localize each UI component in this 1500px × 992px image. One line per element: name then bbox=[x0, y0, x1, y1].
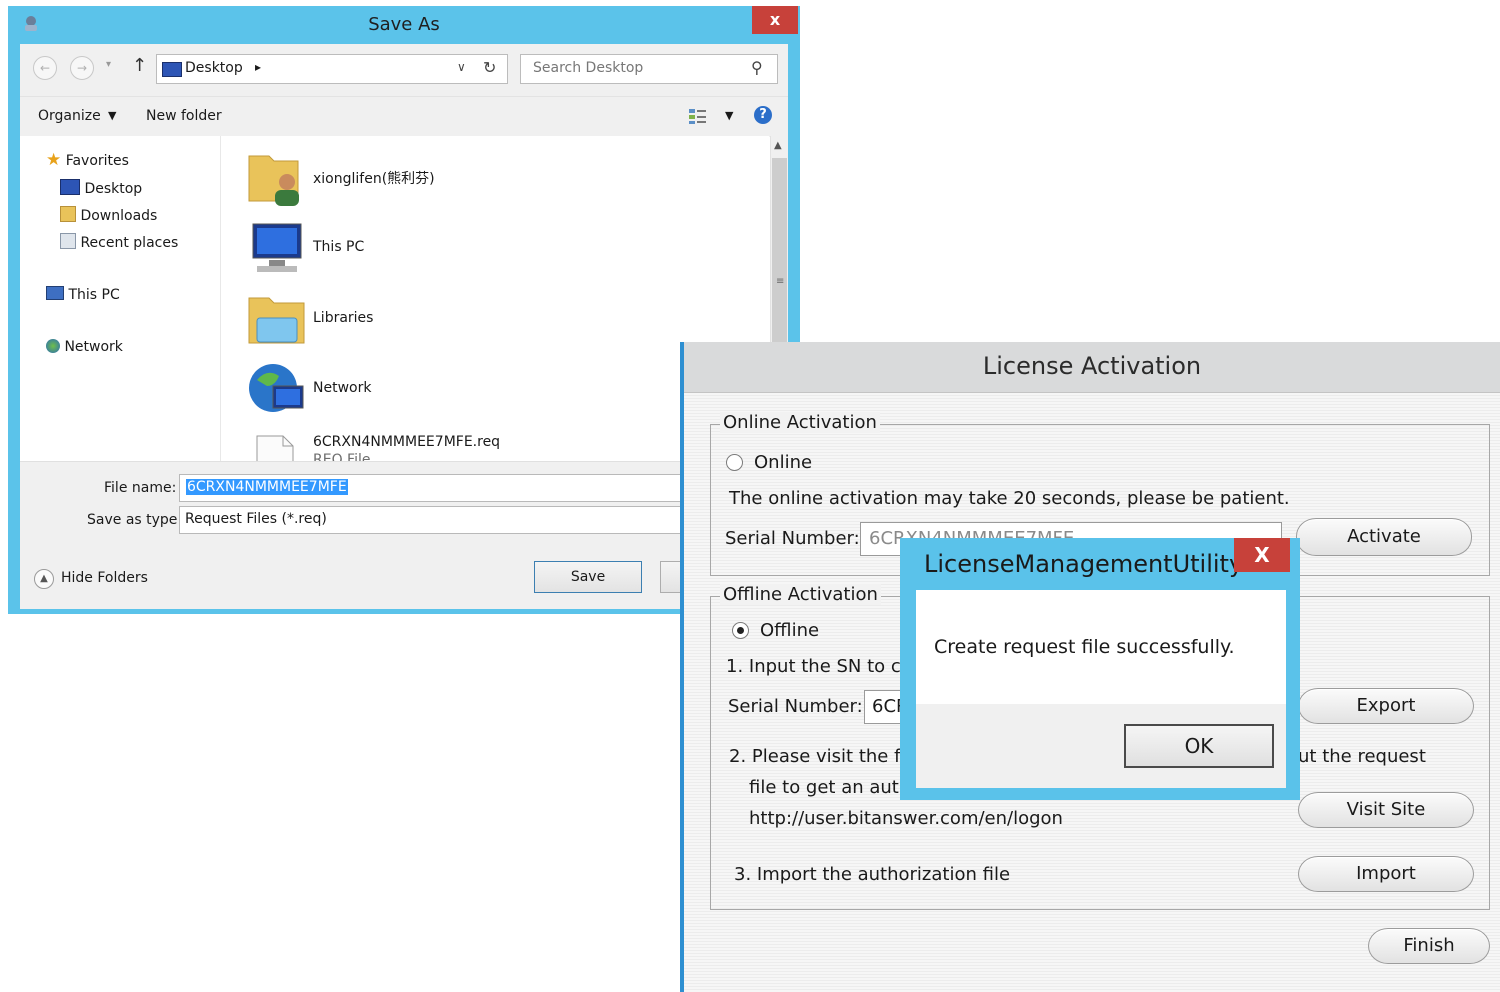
nav-this-pc-label: This PC bbox=[68, 287, 120, 303]
new-folder-button[interactable]: New folder bbox=[146, 108, 222, 124]
nav-this-pc[interactable]: This PC bbox=[46, 286, 120, 303]
recent-places-icon bbox=[60, 233, 76, 249]
offline-radio-label: Offline bbox=[760, 620, 820, 641]
online-radio-label: Online bbox=[754, 452, 813, 473]
nav-recent-places[interactable]: Recent places bbox=[60, 233, 178, 251]
nav-desktop[interactable]: Desktop bbox=[60, 179, 142, 197]
save-type-select[interactable]: Request Files (*.req) bbox=[179, 506, 741, 534]
offline-radio-button[interactable] bbox=[732, 622, 749, 639]
nav-downloads-label: Downloads bbox=[80, 208, 158, 224]
file-name-label: File name: bbox=[104, 480, 177, 496]
license-title: License Activation bbox=[982, 352, 1202, 380]
activation-url: http://user.bitanswer.com/en/logon bbox=[749, 808, 1063, 829]
grip-icon: ≡ bbox=[776, 276, 785, 287]
desktop-icon bbox=[162, 62, 182, 77]
step2-continued-text: file to get an autho bbox=[749, 777, 922, 798]
step3-text: 3. Import the authorization file bbox=[734, 864, 1011, 885]
step2-text: 2. Please visit the fol bbox=[729, 746, 917, 767]
list-item[interactable]: This PC bbox=[247, 216, 788, 282]
import-button[interactable]: Import bbox=[1298, 856, 1474, 892]
star-icon: ★ bbox=[46, 150, 62, 170]
search-icon[interactable]: ⚲ bbox=[751, 58, 763, 77]
visit-site-button[interactable]: Visit Site bbox=[1298, 792, 1474, 828]
license-header: License Activation bbox=[684, 342, 1500, 393]
downloads-icon bbox=[60, 206, 76, 222]
nav-recent-label: Recent places bbox=[80, 235, 179, 251]
save-options-area: File name: 6CRXN4NMMMEE7MFE Save as type… bbox=[20, 461, 788, 609]
save-type-label: Save as type: bbox=[87, 512, 183, 528]
file-name: Libraries bbox=[313, 310, 374, 326]
nav-network-label: Network bbox=[64, 339, 123, 355]
search-box[interactable]: Search Desktop ⚲ bbox=[520, 54, 778, 84]
command-toolbar: Organize ▼ New folder ▼ ? bbox=[20, 96, 788, 137]
breadcrumb-chevron-icon[interactable]: ▸ bbox=[255, 60, 261, 74]
network-icon bbox=[249, 364, 304, 412]
online-serial-label: Serial Number: bbox=[725, 528, 860, 549]
history-dropdown-icon[interactable]: ▾ bbox=[106, 59, 111, 70]
computer-icon bbox=[252, 223, 302, 272]
offline-group-label: Offline Activation bbox=[720, 584, 881, 605]
refresh-icon[interactable]: ↻ bbox=[483, 58, 496, 77]
save-type-value: Request Files (*.req) bbox=[185, 511, 327, 527]
message-box-title: LicenseManagementUtility bbox=[924, 550, 1244, 578]
file-name: Network bbox=[313, 380, 372, 396]
export-button[interactable]: Export bbox=[1298, 688, 1474, 724]
save-as-content: ← → ▾ ↑ Desktop ▸ ∨ ↻ Search Desktop ⚲ O… bbox=[20, 44, 788, 609]
nav-desktop-label: Desktop bbox=[84, 181, 143, 197]
file-name: 6CRXN4NMMMEE7MFE.req bbox=[313, 434, 501, 450]
user-folder-icon bbox=[248, 155, 299, 206]
navigation-pane: ★ Favorites Desktop Downloads Recent pla… bbox=[20, 136, 221, 461]
step1-text: 1. Input the SN to cre bbox=[726, 656, 919, 677]
offline-serial-label: Serial Number: bbox=[728, 696, 863, 717]
help-icon[interactable]: ? bbox=[754, 106, 772, 124]
hide-folders-icon[interactable]: ▲ bbox=[34, 569, 54, 589]
nav-downloads[interactable]: Downloads bbox=[60, 206, 157, 224]
up-arrow-icon[interactable]: ↑ bbox=[132, 55, 147, 76]
file-name: xionglifen(熊利芬) bbox=[313, 171, 435, 187]
online-group-label: Online Activation bbox=[720, 412, 880, 433]
message-text: Create request file successfully. bbox=[934, 636, 1235, 658]
hide-folders-link[interactable]: Hide Folders bbox=[61, 570, 148, 586]
message-box-close-button[interactable]: X bbox=[1234, 538, 1290, 572]
scroll-up-icon[interactable]: ▲ bbox=[774, 140, 782, 151]
save-as-close-button[interactable]: x bbox=[752, 6, 798, 34]
finish-button[interactable]: Finish bbox=[1368, 928, 1490, 964]
online-radio-button[interactable] bbox=[726, 454, 743, 471]
computer-icon bbox=[46, 286, 64, 300]
scrollbar-thumb[interactable]: ≡ bbox=[772, 158, 787, 348]
view-options-icon[interactable] bbox=[688, 107, 708, 125]
nav-favorites[interactable]: ★ Favorites bbox=[46, 150, 129, 170]
nav-favorites-label: Favorites bbox=[65, 153, 129, 169]
organize-menu[interactable]: Organize bbox=[38, 108, 101, 124]
address-location: Desktop bbox=[185, 60, 243, 76]
save-as-title: Save As bbox=[368, 14, 440, 35]
message-box-dialog: LicenseManagementUtility X Create reques… bbox=[900, 538, 1300, 800]
ok-button[interactable]: OK bbox=[1124, 724, 1274, 768]
search-placeholder: Search Desktop bbox=[533, 60, 644, 76]
navigation-bar: ← → ▾ ↑ Desktop ▸ ∨ ↻ Search Desktop ⚲ bbox=[20, 44, 788, 96]
file-name-input[interactable]: 6CRXN4NMMMEE7MFE bbox=[179, 474, 741, 502]
activate-button[interactable]: Activate bbox=[1296, 518, 1472, 556]
radio-selected-dot bbox=[737, 627, 744, 634]
view-dropdown-icon[interactable]: ▼ bbox=[725, 109, 733, 122]
libraries-icon bbox=[248, 297, 305, 344]
address-dropdown-icon[interactable]: ∨ bbox=[457, 60, 466, 74]
step2-tail-text: ut the request bbox=[1298, 746, 1426, 767]
back-arrow-icon[interactable]: ← bbox=[33, 56, 57, 80]
address-bar[interactable]: Desktop ▸ ∨ ↻ bbox=[156, 54, 508, 84]
list-item[interactable]: xionglifen(熊利芬) bbox=[247, 144, 788, 210]
organize-dropdown-icon[interactable]: ▼ bbox=[108, 109, 116, 122]
forward-arrow-icon[interactable]: → bbox=[70, 56, 94, 80]
nav-network[interactable]: Network bbox=[46, 339, 123, 355]
file-name: This PC bbox=[313, 239, 365, 255]
save-button[interactable]: Save bbox=[534, 561, 642, 593]
online-note: The online activation may take 20 second… bbox=[729, 488, 1290, 509]
message-box-body: Create request file successfully. bbox=[916, 590, 1286, 704]
desktop-icon bbox=[60, 179, 80, 195]
file-name-value: 6CRXN4NMMMEE7MFE bbox=[186, 479, 348, 495]
network-icon bbox=[46, 339, 60, 353]
message-box-footer: OK bbox=[916, 704, 1286, 788]
